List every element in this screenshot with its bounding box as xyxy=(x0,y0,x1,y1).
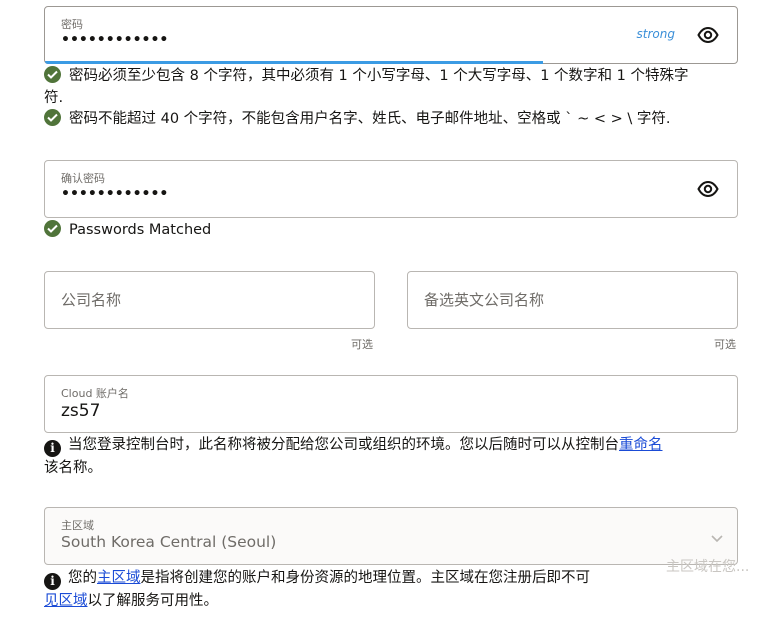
home-region-select[interactable]: 主区域 South Korea Central (Seoul) xyxy=(44,507,738,565)
cloud-account-info: i 当您登录控制台时，此名称将被分配给您公司或组织的环境。您以后随时可以从控制台重… xyxy=(44,437,663,476)
eye-icon[interactable] xyxy=(697,25,719,45)
alt-company-name-optional: 可选 xyxy=(714,338,736,351)
password-strength-bar xyxy=(45,61,544,64)
cloud-account-name-field[interactable]: Cloud 账户名 zs57 xyxy=(44,375,738,433)
alt-company-name-placeholder: 备选英文公司名称 xyxy=(424,291,545,309)
password-match-message: Passwords Matched xyxy=(44,219,211,241)
rename-link[interactable]: 重命名 xyxy=(619,437,663,453)
check-circle-icon xyxy=(44,66,61,83)
password-field[interactable]: 密码 •••••••••••• strong xyxy=(44,6,738,64)
chevron-down-icon xyxy=(711,528,723,543)
info-icon: i xyxy=(44,440,61,457)
company-name-optional: 可选 xyxy=(351,338,373,351)
home-region-link[interactable]: 主区域 xyxy=(97,570,141,586)
password-strength-label: strong xyxy=(636,27,675,41)
company-name-input[interactable]: 公司名称 xyxy=(44,271,375,329)
home-region-value: South Korea Central (Seoul) xyxy=(61,533,277,551)
password-value: •••••••••••• xyxy=(61,32,169,48)
company-name-placeholder: 公司名称 xyxy=(61,291,122,309)
check-circle-icon xyxy=(44,220,61,237)
password-rule-2: 密码不能超过 40 个字符，不能包含用户名字、姓氏、电子邮件地址、空格或 ` ~… xyxy=(44,108,762,130)
tooltip-overlay: 主区域在您... xyxy=(666,559,750,575)
check-circle-icon xyxy=(44,109,61,126)
confirm-password-value: •••••••••••• xyxy=(61,186,169,202)
alt-company-name-input[interactable]: 备选英文公司名称 xyxy=(407,271,738,329)
info-icon: i xyxy=(44,573,61,590)
confirm-password-field[interactable]: 确认密码 •••••••••••• xyxy=(44,160,738,218)
password-label: 密码 xyxy=(61,18,83,31)
regions-link[interactable]: 见区域 xyxy=(44,593,88,609)
cloud-account-value: zs57 xyxy=(61,401,101,421)
eye-icon[interactable] xyxy=(697,179,719,199)
home-region-label: 主区域 xyxy=(61,519,94,532)
password-rule-1: 密码必须至少包含 8 个字符，其中必须有 1 个小写字母、1 个大写字母、1 个… xyxy=(44,66,689,106)
home-region-info: i 您的主区域是指将创建您的账户和身份资源的地理位置。主区域在您注册后即不可 见区域… xyxy=(44,570,590,609)
cloud-account-label: Cloud 账户名 xyxy=(61,387,129,400)
confirm-password-label: 确认密码 xyxy=(61,172,105,185)
